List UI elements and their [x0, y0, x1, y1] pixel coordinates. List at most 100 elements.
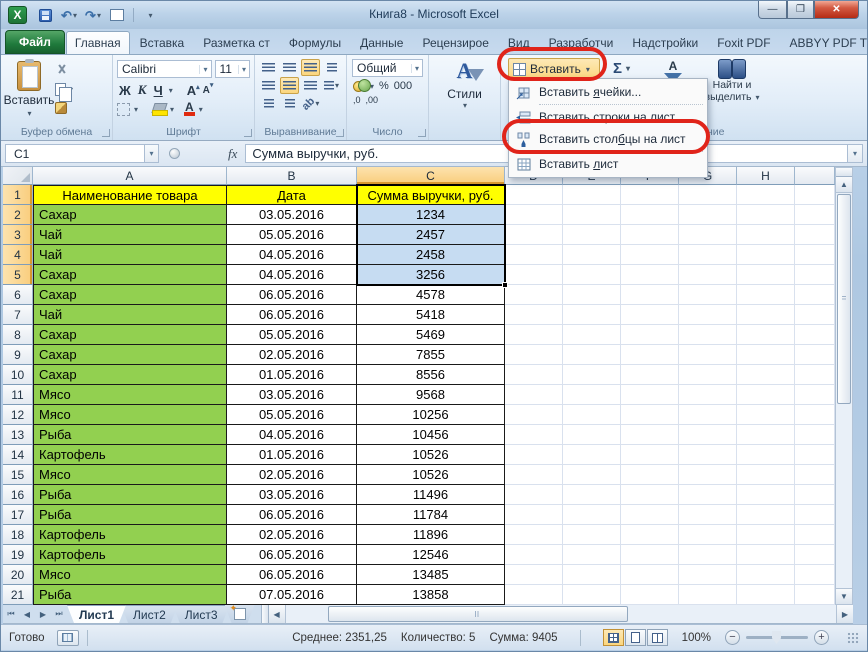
row-header-1[interactable]: 1 [3, 185, 33, 205]
cell-empty[interactable] [795, 285, 835, 305]
cell-empty[interactable] [563, 465, 621, 485]
cell-empty[interactable] [505, 505, 563, 525]
cell-B7[interactable]: 06.05.2016 [227, 305, 357, 325]
cell-empty[interactable] [795, 385, 835, 405]
cell-empty[interactable] [505, 525, 563, 545]
cell-empty[interactable] [621, 205, 679, 225]
cell-B21[interactable]: 07.05.2016 [227, 585, 357, 605]
select-all-corner[interactable] [3, 167, 33, 185]
expand-formula-bar-icon[interactable]: ▾ [847, 144, 863, 163]
cell-empty[interactable] [563, 305, 621, 325]
cell-C17[interactable]: 11784 [357, 505, 505, 525]
cell-empty[interactable] [737, 185, 795, 205]
cell-B13[interactable]: 04.05.2016 [227, 425, 357, 445]
cell-empty[interactable] [795, 485, 835, 505]
merge-center-button[interactable]: ▾ [322, 77, 341, 94]
ribbon-tab-данные[interactable]: Данные [351, 31, 412, 54]
zoom-in-button[interactable]: + [814, 630, 829, 645]
cell-empty[interactable] [621, 245, 679, 265]
align-center-button[interactable] [280, 77, 299, 94]
resize-grip[interactable] [847, 631, 859, 644]
cell-A3[interactable]: Чай [33, 225, 227, 245]
cell-empty[interactable] [737, 265, 795, 285]
find-select-button[interactable]: Найти и выделить ▾ [701, 59, 763, 103]
cell-empty[interactable] [563, 205, 621, 225]
cell-empty[interactable] [737, 405, 795, 425]
dialog-launcher-icon[interactable] [418, 129, 426, 137]
scroll-right-icon[interactable]: ▶ [836, 605, 853, 623]
vertical-scrollbar[interactable]: ▲ ▼ [835, 167, 853, 605]
styles-group[interactable]: А Стили ▾ [429, 55, 501, 140]
cell-empty[interactable] [505, 545, 563, 565]
row-header-14[interactable]: 14 [3, 445, 33, 465]
percent-style-button[interactable]: % [379, 80, 389, 92]
cell-empty[interactable] [737, 565, 795, 585]
cell-A12[interactable]: Мясо [33, 405, 227, 425]
cell-empty[interactable] [621, 285, 679, 305]
column-header-H[interactable]: H [737, 167, 795, 185]
cell-empty[interactable] [505, 425, 563, 445]
row-header-21[interactable]: 21 [3, 585, 33, 605]
row-header-12[interactable]: 12 [3, 405, 33, 425]
macro-record-button[interactable] [56, 629, 79, 646]
zoom-slider-thumb[interactable] [772, 631, 781, 644]
cell-empty[interactable] [795, 545, 835, 565]
cell-empty[interactable] [737, 465, 795, 485]
cell-empty[interactable] [621, 525, 679, 545]
cell-empty[interactable] [679, 205, 737, 225]
row-header-10[interactable]: 10 [3, 365, 33, 385]
dialog-launcher-icon[interactable] [244, 129, 252, 137]
ribbon-tab-надстройки[interactable]: Надстройки [623, 31, 707, 54]
cell-C1[interactable]: Сумма выручки, руб. [357, 185, 505, 205]
ribbon-tab-рецензирое[interactable]: Рецензирое [413, 31, 497, 54]
cell-empty[interactable] [621, 385, 679, 405]
menu-item-insert-rows[interactable]: Вставить строки на лист [509, 106, 707, 128]
cell-empty[interactable] [795, 185, 835, 205]
cell-empty[interactable] [679, 305, 737, 325]
cell-B10[interactable]: 01.05.2016 [227, 365, 357, 385]
cell-empty[interactable] [679, 485, 737, 505]
zoom-level[interactable]: 100% [682, 632, 711, 644]
cell-empty[interactable] [737, 525, 795, 545]
chevron-down-icon[interactable]: ▾ [169, 86, 173, 95]
cell-empty[interactable] [621, 445, 679, 465]
cell-empty[interactable] [795, 365, 835, 385]
cell-empty[interactable] [795, 325, 835, 345]
vertical-scroll-thumb[interactable] [837, 194, 851, 404]
cell-empty[interactable] [737, 325, 795, 345]
cell-empty[interactable] [563, 365, 621, 385]
cell-empty[interactable] [737, 385, 795, 405]
cell-empty[interactable] [679, 405, 737, 425]
cell-empty[interactable] [621, 325, 679, 345]
cell-empty[interactable] [621, 345, 679, 365]
cell-A10[interactable]: Сахар [33, 365, 227, 385]
cell-empty[interactable] [679, 525, 737, 545]
cell-B5[interactable]: 04.05.2016 [227, 265, 357, 285]
cell-A20[interactable]: Мясо [33, 565, 227, 585]
cell-B2[interactable]: 03.05.2016 [227, 205, 357, 225]
cell-empty[interactable] [505, 345, 563, 365]
cell-empty[interactable] [563, 485, 621, 505]
cell-empty[interactable] [505, 445, 563, 465]
cell-empty[interactable] [679, 385, 737, 405]
cell-empty[interactable] [621, 185, 679, 205]
cell-B4[interactable]: 04.05.2016 [227, 245, 357, 265]
cell-B16[interactable]: 03.05.2016 [227, 485, 357, 505]
cell-empty[interactable] [563, 505, 621, 525]
font-family-select[interactable]: Calibri ▾ [117, 60, 212, 78]
cell-empty[interactable] [505, 265, 563, 285]
row-header-5[interactable]: 5 [3, 265, 33, 285]
cell-B18[interactable]: 02.05.2016 [227, 525, 357, 545]
cell-empty[interactable] [505, 565, 563, 585]
close-button[interactable]: ✕ [814, 1, 859, 19]
menu-item-insert-columns[interactable]: Вставить столбцы на лист [509, 128, 707, 150]
cell-empty[interactable] [563, 585, 621, 605]
cell-A14[interactable]: Картофель [33, 445, 227, 465]
scroll-up-icon[interactable]: ▲ [836, 177, 852, 193]
cell-empty[interactable] [795, 465, 835, 485]
split-handle[interactable] [836, 168, 852, 177]
cell-B11[interactable]: 03.05.2016 [227, 385, 357, 405]
format-painter-button[interactable] [55, 100, 73, 116]
cell-empty[interactable] [737, 205, 795, 225]
cell-A5[interactable]: Сахар [33, 265, 227, 285]
